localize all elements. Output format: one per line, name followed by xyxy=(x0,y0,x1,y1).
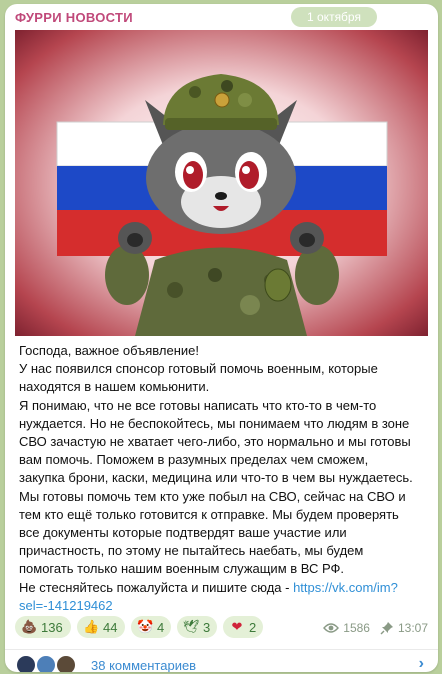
avatar xyxy=(35,654,57,672)
clown-icon: 🤡 xyxy=(137,619,154,634)
text-line: закупка брони, каски, медицина или что-т… xyxy=(19,470,413,486)
reaction-count: 4 xyxy=(157,619,165,635)
text-line: Я понимаю, что не все готовы написать чт… xyxy=(19,397,377,413)
views-count: 1586 xyxy=(343,621,370,635)
comments-bar[interactable]: 38 комментариев › xyxy=(5,649,438,672)
grenade-icon xyxy=(264,268,292,302)
commenter-avatars xyxy=(15,654,81,672)
message-time: 13:07 xyxy=(397,621,428,635)
reaction-poop[interactable]: 💩 136 xyxy=(15,616,71,638)
reaction-dove[interactable]: 🕊 3 xyxy=(177,616,217,638)
message-meta: 1586 13:07 xyxy=(323,621,428,635)
text-line: У нас появился спонсор готовый помочь во… xyxy=(19,361,378,377)
text-line: помогать только нашим военным служащим в… xyxy=(19,561,345,577)
cta-line: Не стесняйтесь пожалуйста и пишите сюда … xyxy=(19,579,433,597)
vk-link-continuation[interactable]: sel=-141219462 xyxy=(19,598,113,613)
message-header: ФУРРИ НОВОСТИ 1 октября xyxy=(5,4,438,30)
chevron-right-icon[interactable]: › xyxy=(419,655,424,672)
channel-name[interactable]: ФУРРИ НОВОСТИ xyxy=(15,10,133,25)
poop-icon: 💩 xyxy=(21,619,38,634)
text-line: Господа, важное объявление! xyxy=(19,343,199,358)
avatar xyxy=(55,654,77,672)
reaction-heart[interactable]: ❤ 2 xyxy=(223,616,263,638)
post-illustration xyxy=(56,74,388,336)
reaction-count: 136 xyxy=(41,619,63,635)
reaction-count: 3 xyxy=(203,619,211,635)
cap-badge-icon xyxy=(214,92,230,108)
reaction-clown[interactable]: 🤡 4 xyxy=(131,616,171,638)
message-bubble: ФУРРИ НОВОСТИ 1 октября Господа, важное … xyxy=(5,4,438,672)
link-continuation: sel=-141219462 xyxy=(19,597,433,615)
post-image[interactable] xyxy=(15,30,428,336)
text-line: причастность, по этому не пытайтесь наеб… xyxy=(19,543,364,559)
text-line: находятся в нашем комьюнити. xyxy=(19,379,210,395)
reaction-thumbs-up[interactable]: 👍 44 xyxy=(77,616,125,638)
text-line: нуждается. Но не беспокойтесь, мы понима… xyxy=(19,415,410,431)
pin-icon xyxy=(380,622,393,635)
vk-link[interactable]: https://vk.com/im? xyxy=(293,580,398,595)
heart-icon: ❤ xyxy=(231,619,243,634)
thumbs-up-icon: 👍 xyxy=(83,619,100,634)
avatar xyxy=(15,654,37,672)
post-text: Господа, важное объявление! У нас появил… xyxy=(19,342,433,615)
reaction-count: 2 xyxy=(249,619,257,635)
reaction-count: 44 xyxy=(103,619,118,635)
text-line: все документы которые подтвердят ваше уч… xyxy=(19,525,347,541)
eye-icon xyxy=(323,623,340,633)
dove-icon: 🕊 xyxy=(183,619,200,634)
cta-text: Не стесняйтесь пожалуйста и пишите сюда … xyxy=(19,579,294,595)
text-line: тем кто ещё только готовится к отправке.… xyxy=(19,506,399,522)
text-line: вам помочь. Поможем в разумных пределах … xyxy=(19,452,369,468)
date-badge: 1 октября xyxy=(291,7,377,27)
comments-count[interactable]: 38 комментариев xyxy=(91,658,196,672)
text-line: Мы готовы помочь тем кто уже побыл на СВ… xyxy=(19,488,406,504)
text-line: СВО зачастую не хватает чего-либо, это н… xyxy=(19,434,411,450)
